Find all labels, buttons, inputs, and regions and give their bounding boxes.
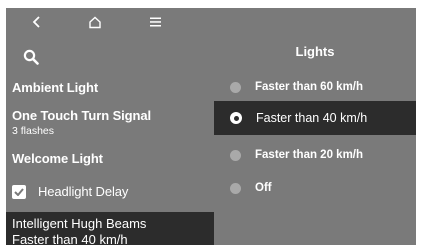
- radio-button[interactable]: [230, 81, 241, 93]
- intelligent-high-beams-value: Faster than 40 km/h: [12, 232, 128, 245]
- top-nav-bar: [6, 8, 416, 36]
- headlight-delay-label: Headlight Delay: [38, 184, 129, 199]
- ambient-light-label: Ambient Light: [12, 80, 99, 95]
- home-button[interactable]: [84, 12, 106, 32]
- checkmark-icon: [14, 187, 24, 196]
- radio-button-selected[interactable]: [230, 112, 242, 124]
- one-touch-turn-signal-value: 3 flashes: [12, 125, 55, 137]
- one-touch-turn-signal-item[interactable]: One Touch Turn Signal 3 flashes: [12, 108, 220, 137]
- home-icon: [89, 16, 101, 28]
- chevron-left-icon: [32, 16, 40, 28]
- option-faster-than-20[interactable]: Faster than 20 km/h: [214, 138, 416, 172]
- option-label: Faster than 60 km/h: [255, 81, 364, 93]
- panel-title: Lights: [295, 44, 335, 59]
- intelligent-high-beams-item[interactable]: Intelligent Hugh Beams Faster than 40 km…: [6, 212, 214, 245]
- radio-button[interactable]: [230, 149, 241, 161]
- menu-icon: [149, 17, 161, 27]
- settings-screen: Ambient Light One Touch Turn Signal 3 fl…: [6, 8, 416, 245]
- intelligent-high-beams-label: Intelligent Hugh Beams: [12, 216, 147, 231]
- option-faster-than-40[interactable]: Faster than 40 km/h: [214, 101, 416, 135]
- headlight-delay-checkbox[interactable]: [12, 184, 26, 199]
- welcome-light-item[interactable]: Welcome Light: [12, 151, 220, 166]
- one-touch-turn-signal-label: One Touch Turn Signal: [12, 108, 151, 123]
- search-button[interactable]: [18, 44, 44, 70]
- back-button[interactable]: [26, 12, 48, 32]
- option-off[interactable]: Off: [214, 171, 416, 205]
- radio-button[interactable]: [230, 182, 241, 194]
- option-label: Faster than 40 km/h: [256, 111, 368, 125]
- ambient-light-item[interactable]: Ambient Light: [12, 80, 220, 95]
- search-icon: [23, 49, 39, 65]
- welcome-light-label: Welcome Light: [12, 151, 103, 166]
- option-faster-than-60[interactable]: Faster than 60 km/h: [214, 70, 416, 104]
- menu-button[interactable]: [144, 12, 166, 32]
- option-label: Faster than 20 km/h: [255, 149, 364, 161]
- option-label: Off: [255, 182, 272, 194]
- headlight-delay-item[interactable]: Headlight Delay: [12, 184, 220, 199]
